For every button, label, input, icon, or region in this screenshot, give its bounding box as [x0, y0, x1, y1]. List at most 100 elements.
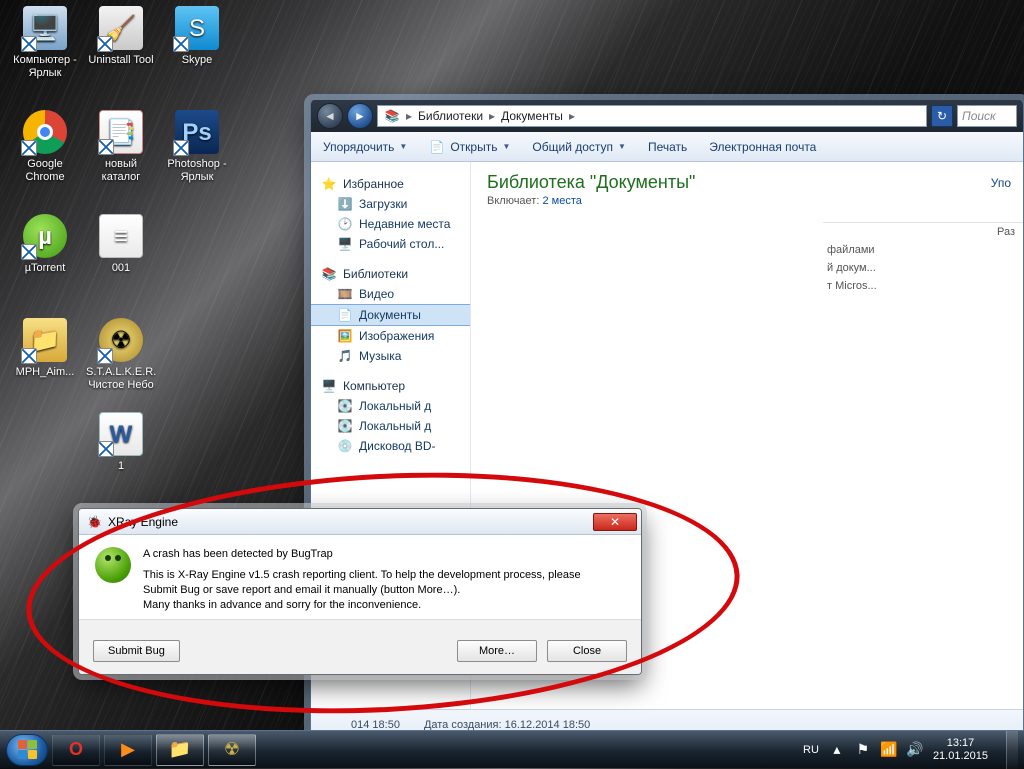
breadcrumb-item[interactable]: Документы — [501, 109, 563, 123]
arrange-by[interactable]: Упо — [991, 176, 1011, 190]
open-icon: 📄 — [429, 139, 445, 155]
refresh-button[interactable]: ↻ — [931, 105, 953, 127]
uninstall-icon: 🧹 — [99, 6, 143, 50]
taskbar-stalker[interactable]: ☢ — [208, 734, 256, 766]
library-subtitle: Включает: 2 места — [487, 195, 1007, 207]
desktop-icon-uninstall-tool[interactable]: 🧹 Uninstall Tool — [86, 6, 156, 67]
dialog-message-line: This is X-Ray Engine v1.5 crash reportin… — [143, 568, 581, 583]
flag-icon[interactable]: ⚑ — [855, 742, 871, 758]
sidebar-group-computer[interactable]: 🖥️Компьютер — [311, 376, 470, 396]
sidebar-item-desktop[interactable]: 🖥️Рабочий стол... — [311, 234, 470, 254]
taskbar-media-player[interactable]: ▶ — [104, 734, 152, 766]
search-input[interactable]: Поиск — [957, 105, 1017, 127]
dialog-message-line: Submit Bug or save report and email it m… — [143, 583, 581, 598]
ppt-icon: 📑 — [99, 110, 143, 154]
nav-back-button[interactable]: ◄ — [317, 103, 343, 129]
sidebar-item-local-disk-2[interactable]: 💽Локальный д — [311, 416, 470, 436]
toolbar-share[interactable]: Общий доступ▼ — [532, 140, 626, 154]
toolbar-email[interactable]: Электронная почта — [709, 140, 816, 154]
close-button[interactable]: ✕ — [593, 513, 637, 531]
desktop-icon: 🖥️ — [337, 236, 353, 252]
icon-label: Google Chrome — [25, 158, 64, 183]
sidebar-item-downloads[interactable]: ⬇️Загрузки — [311, 194, 470, 214]
sidebar-item-documents[interactable]: 📄Документы — [311, 304, 470, 326]
show-desktop-button[interactable] — [1006, 731, 1018, 769]
desktop-icon-001[interactable]: ≡ 001 — [86, 214, 156, 275]
desktop-icon-catalog[interactable]: 📑 новый каталог — [86, 110, 156, 184]
sidebar-item-video[interactable]: 🎞️Видео — [311, 284, 470, 304]
dialog-titlebar[interactable]: 🐞 XRay Engine ✕ — [79, 509, 641, 535]
explorer-navbar: ◄ ► 📚▸ Библиотеки▸ Документы▸ ↻ Поиск — [311, 100, 1023, 132]
taskbar-clock[interactable]: 13:17 21.01.2015 — [933, 737, 988, 763]
toolbar-open[interactable]: 📄Открыть▼ — [429, 139, 510, 155]
breadcrumb-item[interactable]: Библиотеки — [418, 109, 483, 123]
library-title: Библиотека "Документы" — [487, 172, 1007, 193]
close-dialog-button[interactable]: Close — [547, 640, 627, 662]
icon-label: 001 — [112, 262, 130, 274]
pictures-icon: 🖼️ — [337, 328, 353, 344]
volume-icon[interactable]: 🔊 — [907, 742, 923, 758]
desktop-icon-skype[interactable]: S Skype — [162, 6, 232, 67]
sidebar-item-music[interactable]: 🎵Музыка — [311, 346, 470, 366]
language-indicator[interactable]: RU — [803, 744, 819, 756]
sidebar-item-bd-drive[interactable]: 💿Дисковод BD- — [311, 436, 470, 456]
start-button[interactable] — [6, 734, 48, 766]
radiation-icon: ☢ — [224, 739, 240, 760]
dialog-message-line: Many thanks in advance and sorry for the… — [143, 598, 581, 613]
submit-bug-button[interactable]: Submit Bug — [93, 640, 180, 662]
folder-icon: 📁 — [169, 739, 191, 760]
dialog-buttons: Submit Bug More… Close — [79, 619, 641, 674]
desktop-icon-stalker[interactable]: ☢ S.T.A.L.K.E.R. Чистое Небо — [86, 318, 156, 392]
textfile-icon: ≡ — [99, 214, 143, 258]
chevron-down-icon: ▼ — [618, 142, 626, 151]
downloads-icon: ⬇️ — [337, 196, 353, 212]
desktop-icon-chrome[interactable]: Google Chrome — [10, 110, 80, 184]
media-player-icon: ▶ — [121, 739, 135, 760]
icon-label: S.T.A.L.K.E.R. Чистое Небо — [86, 366, 156, 391]
drive-icon: 💽 — [337, 398, 353, 414]
icon-label: Skype — [182, 54, 213, 66]
sidebar-item-recent[interactable]: 🕑Недавние места — [311, 214, 470, 234]
dialog-title: XRay Engine — [108, 515, 178, 529]
status-date-created: Дата создания: 16.12.2014 18:50 — [424, 719, 590, 731]
computer-icon: 🖥️ — [321, 378, 337, 394]
nav-forward-button[interactable]: ► — [347, 103, 373, 129]
utorrent-icon: µ — [23, 214, 67, 258]
chevron-down-icon: ▼ — [399, 142, 407, 151]
computer-icon: 🖥️ — [23, 6, 67, 50]
taskbar-explorer[interactable]: 📁 — [156, 734, 204, 766]
tray-chevron-icon[interactable]: ▴ — [829, 742, 845, 758]
icon-label: Компьютер - Ярлык — [13, 54, 77, 79]
desktop-icon-computer[interactable]: 🖥️ Компьютер - Ярлык — [10, 6, 80, 80]
sidebar-item-local-disk-1[interactable]: 💽Локальный д — [311, 396, 470, 416]
desktop-icon-mph[interactable]: 📁 MPH_Aim... — [10, 318, 80, 379]
sidebar-group-libraries[interactable]: 📚Библиотеки — [311, 264, 470, 284]
chrome-icon — [23, 110, 67, 154]
library-locations-link[interactable]: 2 места — [542, 195, 581, 207]
icon-label: MPH_Aim... — [16, 366, 75, 378]
sidebar-group-favorites[interactable]: ⭐Избранное — [311, 174, 470, 194]
folder-icon: 📁 — [23, 318, 67, 362]
taskbar-opera[interactable]: O — [52, 734, 100, 766]
libraries-icon: 📚 — [321, 266, 337, 282]
icon-label: Uninstall Tool — [88, 54, 153, 66]
radiation-icon: ☢ — [99, 318, 143, 362]
chevron-down-icon: ▼ — [502, 142, 510, 151]
desktop-icon-photoshop[interactable]: Ps Photoshop - Ярлык — [162, 110, 232, 184]
desktop-icon-utorrent[interactable]: µ µTorrent — [10, 214, 80, 275]
explorer-toolbar: Упорядочить▼ 📄Открыть▼ Общий доступ▼ Печ… — [311, 132, 1023, 162]
toolbar-organize[interactable]: Упорядочить▼ — [323, 140, 407, 154]
dialog-headline: A crash has been detected by BugTrap — [143, 547, 581, 562]
crash-dialog: 🐞 XRay Engine ✕ A crash has been detecte… — [78, 508, 642, 675]
dialog-body: A crash has been detected by BugTrap Thi… — [79, 535, 641, 619]
desktop-icon-doc1[interactable]: W 1 — [86, 412, 156, 473]
taskbar: O ▶ 📁 ☢ RU ▴ ⚑ 📶 🔊 13:17 21.01.2015 — [0, 730, 1024, 768]
toolbar-print[interactable]: Печать — [648, 140, 687, 154]
word-icon: W — [99, 412, 143, 456]
more-button[interactable]: More… — [457, 640, 537, 662]
system-tray: RU ▴ ⚑ 📶 🔊 13:17 21.01.2015 — [803, 731, 1018, 769]
opera-icon: O — [69, 739, 83, 760]
sidebar-item-pictures[interactable]: 🖼️Изображения — [311, 326, 470, 346]
network-icon[interactable]: 📶 — [881, 742, 897, 758]
breadcrumb[interactable]: 📚▸ Библиотеки▸ Документы▸ — [377, 105, 927, 127]
